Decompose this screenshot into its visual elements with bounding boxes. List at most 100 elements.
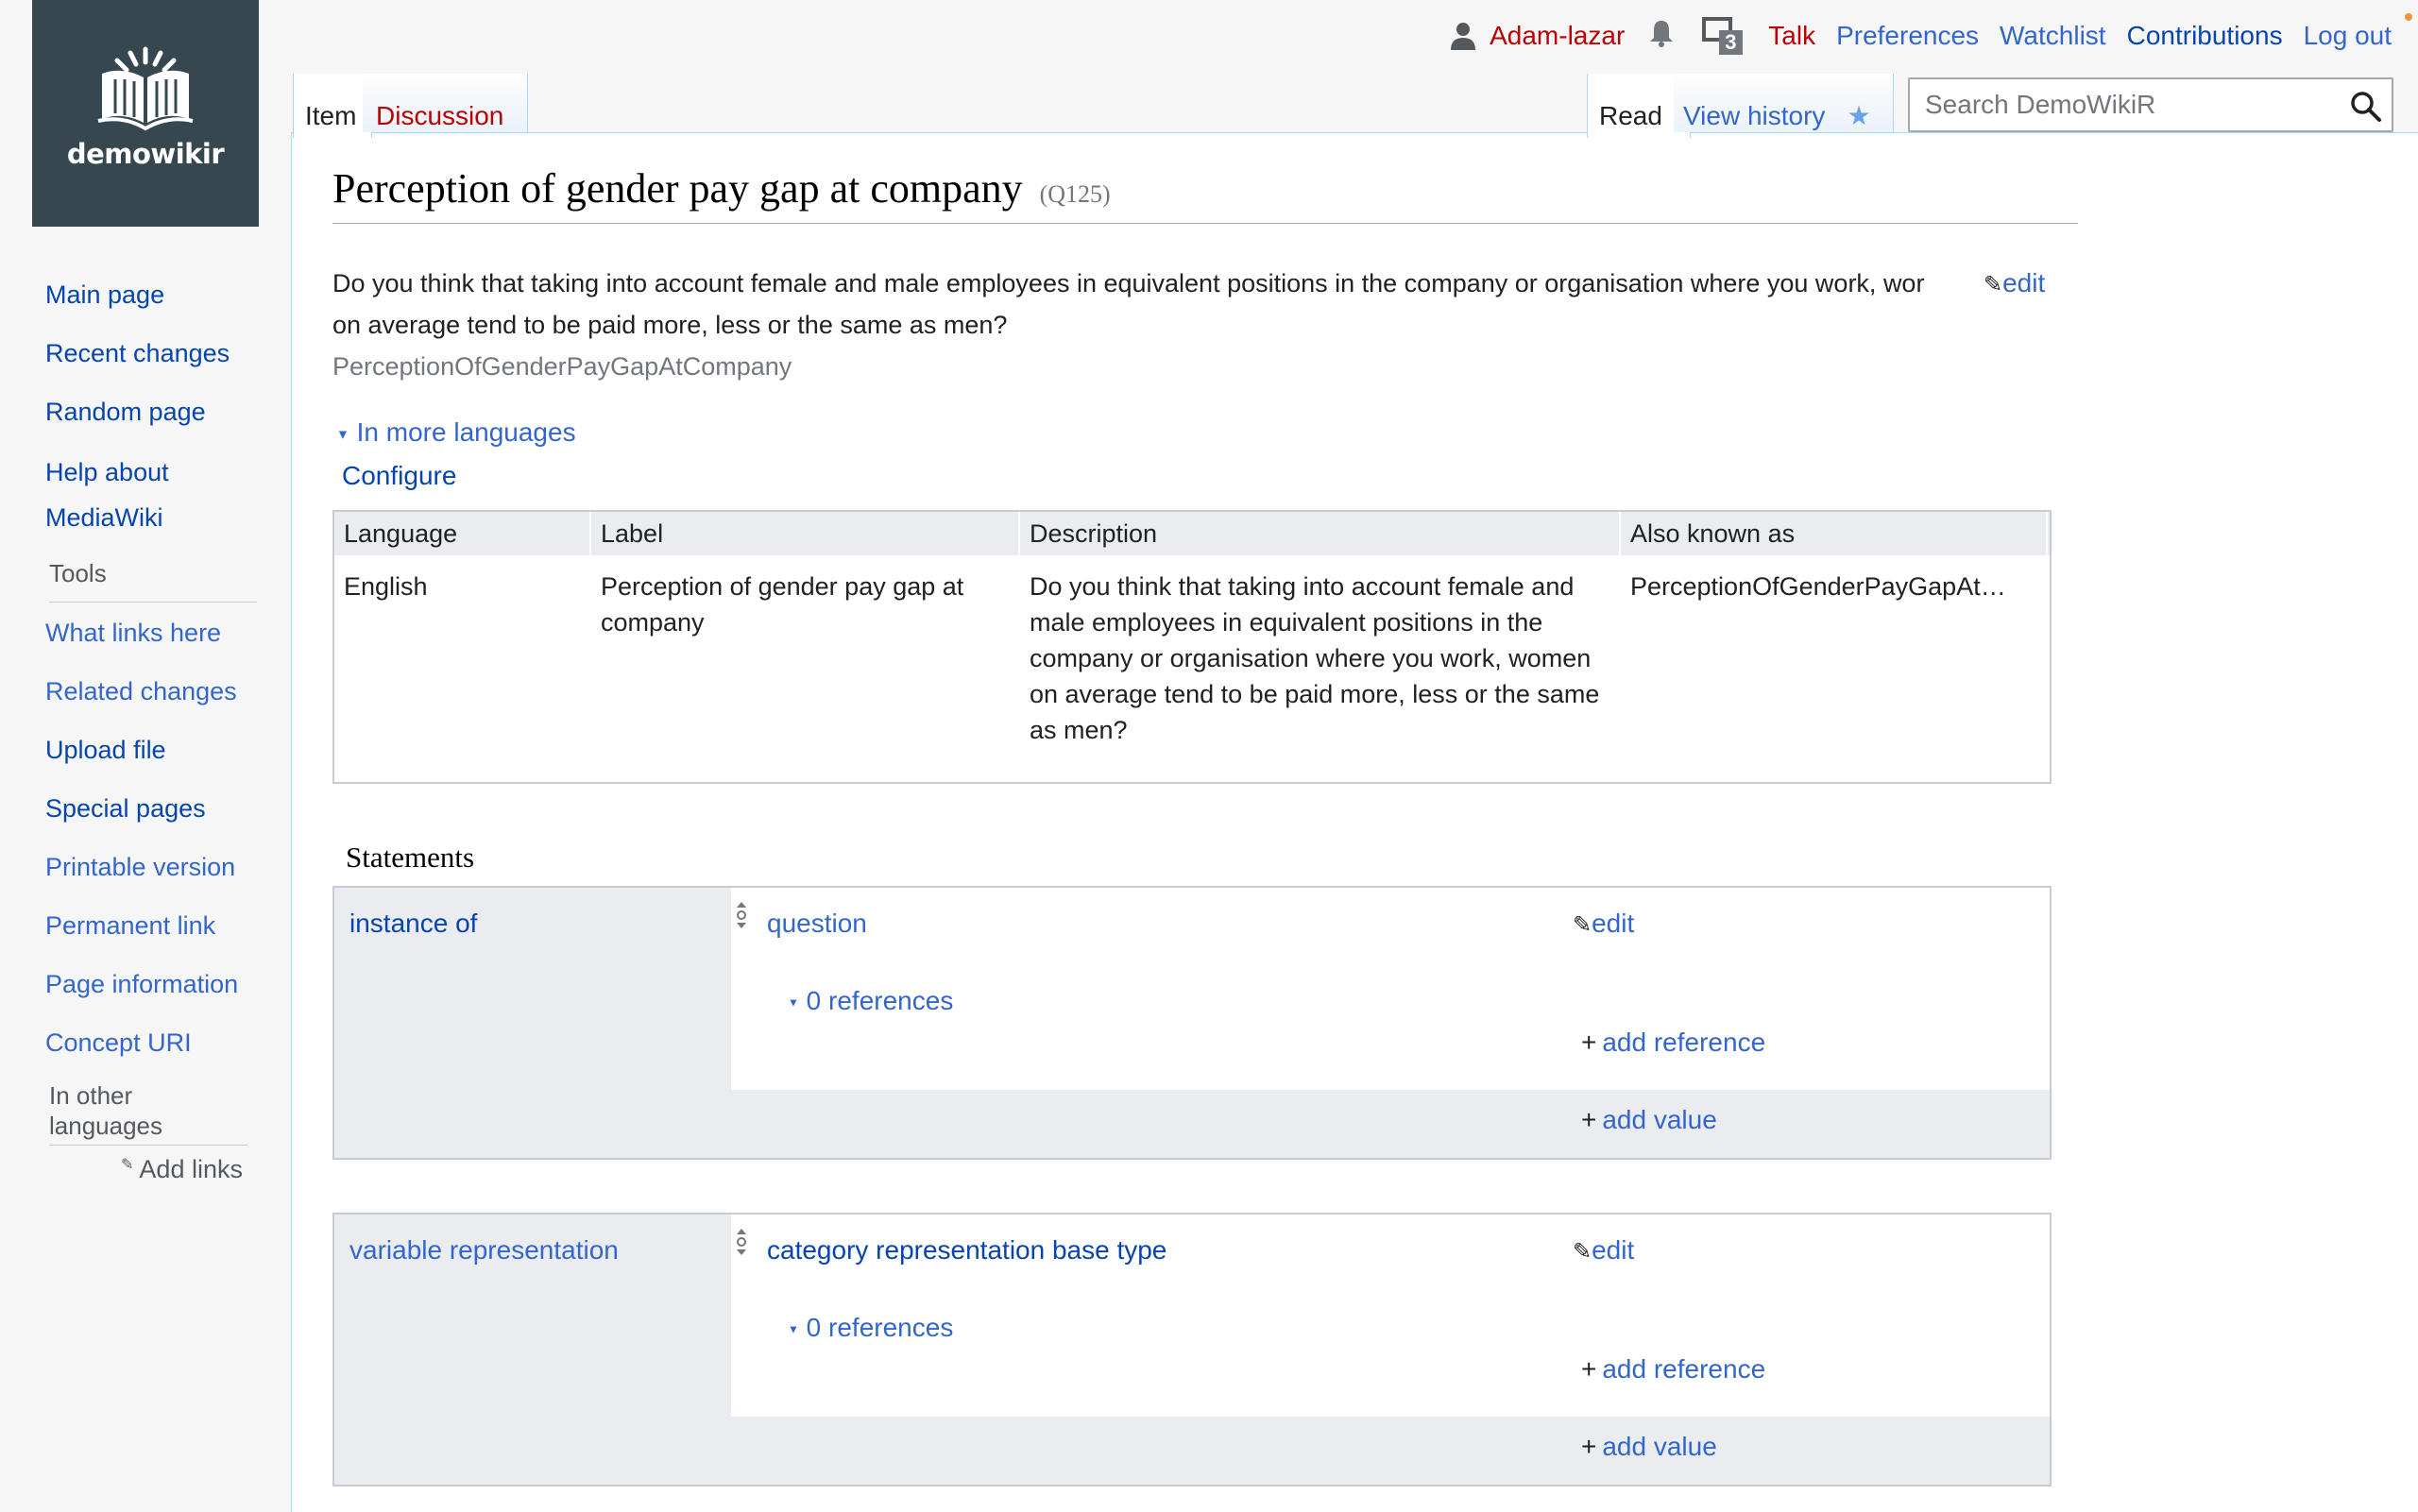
sidebar-item-related-changes[interactable]: Related changes bbox=[45, 671, 272, 712]
sidebar-item-printable-version[interactable]: Printable version bbox=[45, 846, 272, 888]
add-value-label: add value bbox=[1602, 1432, 1717, 1461]
description-line-2: on average tend to be paid more, less or… bbox=[332, 311, 1008, 339]
edit-label: edit bbox=[1592, 1235, 1635, 1265]
sidebar-item-recent-changes[interactable]: Recent changes bbox=[45, 332, 272, 374]
add-reference-button[interactable]: + add reference bbox=[1581, 1028, 1765, 1058]
cell-label: Perception of gender pay gap at company bbox=[601, 572, 964, 637]
contributions-link[interactable]: Contributions bbox=[2127, 21, 2283, 51]
notices-icon[interactable]: 3 bbox=[1702, 17, 1747, 55]
search-icon[interactable] bbox=[2350, 91, 2382, 123]
tab-discussion[interactable]: Discussion bbox=[363, 74, 528, 132]
references-toggle[interactable]: ▼ 0 references bbox=[788, 986, 953, 1016]
tab-item[interactable]: Item bbox=[293, 74, 372, 138]
item-id: (Q125) bbox=[1039, 180, 1111, 208]
statement-value-box: question ▼ 0 references ✎edit + add refer… bbox=[731, 888, 2050, 1090]
rank-selector-icon[interactable] bbox=[735, 1228, 748, 1256]
user-link[interactable]: Adam-lazar bbox=[1450, 21, 1625, 51]
plus-icon: + bbox=[1581, 1432, 1597, 1461]
sidebar-item-page-information[interactable]: Page information bbox=[45, 963, 272, 1005]
add-reference-label: add reference bbox=[1602, 1028, 1766, 1057]
add-reference-button[interactable]: + add reference bbox=[1581, 1354, 1765, 1385]
statement-value[interactable]: question bbox=[767, 909, 867, 939]
sidebar-item-permanent-link[interactable]: Permanent link bbox=[45, 905, 272, 946]
sidebar-item-help[interactable]: Help about MediaWiki bbox=[45, 450, 187, 540]
item-alias: PerceptionOfGenderPayGapAtCompany bbox=[332, 352, 792, 381]
edit-statement-button[interactable]: ✎edit bbox=[1573, 1235, 1634, 1266]
header-language: Language bbox=[334, 512, 591, 555]
pencil-icon: ✎ bbox=[1573, 1239, 1592, 1265]
pencil-icon: ✎ bbox=[121, 1157, 134, 1173]
user-name: Adam-lazar bbox=[1490, 21, 1626, 50]
configure-link[interactable]: Configure bbox=[342, 461, 456, 491]
orange-dot-indicator bbox=[2405, 13, 2412, 21]
logo-text: demowikir bbox=[66, 138, 225, 170]
add-value-label: add value bbox=[1602, 1105, 1717, 1134]
book-logo-icon bbox=[97, 46, 194, 131]
chevron-down-icon: ▼ bbox=[788, 995, 799, 1010]
user-icon bbox=[1451, 23, 1476, 50]
statement-property[interactable]: instance of bbox=[349, 909, 477, 939]
logout-link[interactable]: Log out bbox=[2304, 21, 2392, 51]
references-toggle[interactable]: ▼ 0 references bbox=[788, 1313, 953, 1343]
statements-heading: Statements bbox=[346, 841, 475, 874]
page-heading: Perception of gender pay gap at company … bbox=[332, 164, 2078, 224]
edit-label: edit bbox=[2002, 268, 2046, 297]
edit-statement-button[interactable]: ✎edit bbox=[1573, 909, 1634, 939]
plus-icon: + bbox=[1581, 1028, 1597, 1057]
sidebar: Main page Recent changes Random page Hel… bbox=[45, 274, 272, 1184]
description-line-1: Do you think that taking into account fe… bbox=[332, 269, 1925, 297]
statement-group: instance of question ▼ 0 references ✎edi… bbox=[332, 886, 2052, 1160]
plus-icon: + bbox=[1581, 1105, 1597, 1134]
references-label: 0 references bbox=[806, 1313, 954, 1342]
personal-tools: Adam-lazar 3 Talk Preferences Watchlist … bbox=[1429, 17, 2392, 55]
edit-label: edit bbox=[1592, 909, 1635, 938]
add-value-button[interactable]: + add value bbox=[1581, 1432, 1717, 1462]
item-description: Do you think that taking into account fe… bbox=[332, 263, 1981, 346]
sidebar-item-upload-file[interactable]: Upload file bbox=[45, 729, 272, 771]
page-title: Perception of gender pay gap at company bbox=[332, 165, 1023, 212]
chevron-down-icon: ▼ bbox=[336, 426, 349, 442]
sidebar-heading-languages: In other languages bbox=[49, 1080, 247, 1146]
pencil-icon: ✎ bbox=[1573, 912, 1592, 938]
pencil-icon: ✎ bbox=[1984, 272, 2003, 297]
cell-description: Do you think that taking into account fe… bbox=[1030, 572, 1600, 744]
header-description: Description bbox=[1020, 512, 1621, 555]
statement-value-box: category representation base type ▼ 0 re… bbox=[731, 1215, 2050, 1417]
preferences-link[interactable]: Preferences bbox=[1836, 21, 1979, 51]
statement-property[interactable]: variable representation bbox=[349, 1235, 619, 1266]
talk-link[interactable]: Talk bbox=[1768, 21, 1815, 51]
add-links-label: Add links bbox=[139, 1155, 243, 1183]
edit-description-button[interactable]: ✎edit bbox=[1984, 263, 2045, 306]
search-input[interactable] bbox=[1923, 89, 2324, 121]
watch-star-icon[interactable]: ★ bbox=[1825, 74, 1894, 132]
cell-aliases: PerceptionOfGenderPayGapAt… bbox=[1630, 572, 2006, 601]
header-aliases: Also known as bbox=[1621, 512, 2048, 555]
sidebar-heading-tools: Tools bbox=[49, 559, 257, 603]
tab-view-history[interactable]: View history bbox=[1674, 74, 1835, 132]
site-logo[interactable]: demowikir bbox=[32, 0, 259, 227]
sidebar-item-random-page[interactable]: Random page bbox=[45, 391, 272, 433]
references-label: 0 references bbox=[806, 986, 954, 1015]
cell-language: English bbox=[344, 572, 428, 601]
sidebar-item-main-page[interactable]: Main page bbox=[45, 274, 272, 315]
rank-selector-icon[interactable] bbox=[735, 901, 748, 929]
sidebar-item-what-links-here[interactable]: What links here bbox=[45, 612, 272, 654]
in-more-languages-label: In more languages bbox=[356, 417, 576, 447]
bell-icon[interactable] bbox=[1649, 19, 1674, 54]
watchlist-link[interactable]: Watchlist bbox=[2000, 21, 2106, 51]
sidebar-item-concept-uri[interactable]: Concept URI bbox=[45, 1022, 272, 1063]
sidebar-item-special-pages[interactable]: Special pages bbox=[45, 788, 272, 829]
plus-icon: + bbox=[1581, 1354, 1597, 1384]
in-more-languages-toggle[interactable]: ▼ In more languages bbox=[336, 417, 576, 448]
add-links[interactable]: ✎ Add links bbox=[121, 1155, 272, 1184]
header-label: Label bbox=[591, 512, 1020, 555]
statement-value[interactable]: category representation base type bbox=[767, 1235, 1166, 1266]
chevron-down-icon: ▼ bbox=[788, 1322, 799, 1336]
languages-table: Language Label Description Also known as… bbox=[332, 510, 2052, 784]
notices-count: 3 bbox=[1719, 30, 1743, 55]
search-box bbox=[1908, 77, 2393, 132]
add-reference-label: add reference bbox=[1602, 1354, 1766, 1384]
table-header: Language Label Description Also known as bbox=[334, 512, 2050, 555]
add-value-button[interactable]: + add value bbox=[1581, 1105, 1717, 1135]
statement-group: variable representation category represe… bbox=[332, 1213, 2052, 1487]
